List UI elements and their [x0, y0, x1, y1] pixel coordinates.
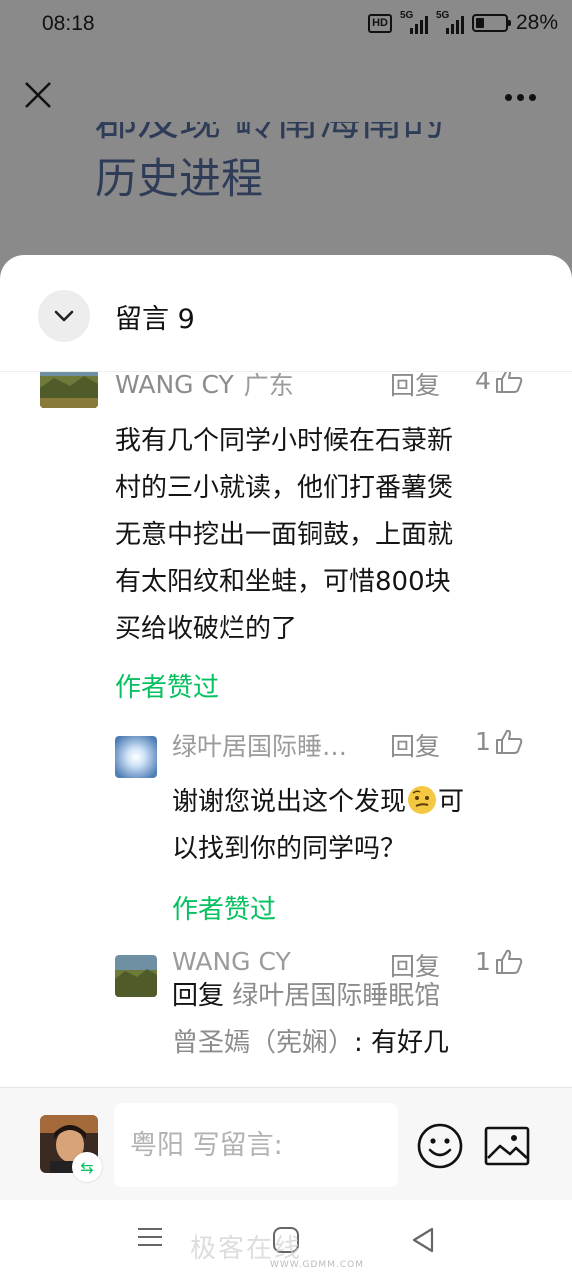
- close-icon[interactable]: [22, 79, 54, 111]
- article-title: 郡及现 岭南海南的 历史进程: [95, 122, 444, 203]
- reply-item: 绿叶居国际睡… 回复 1 谢谢您说出这个发现可 以找到你的同学吗？ 作者赞过: [0, 727, 572, 927]
- sheet-title: 留言 9: [115, 304, 195, 335]
- article-background: 郡及现 岭南海南的 历史进程: [0, 52, 572, 282]
- like-button[interactable]: 1: [475, 947, 523, 976]
- signal-5g-icon: 5G: [400, 10, 428, 34]
- comment-list[interactable]: WANG CY 广东 回复 4 我有几个同学小时候在石菉新 村的三小就读，他们打…: [0, 372, 572, 1086]
- image-icon[interactable]: [484, 1126, 530, 1166]
- reply-button[interactable]: 回复: [390, 372, 440, 402]
- commenter-name[interactable]: WANG CY: [115, 372, 234, 399]
- thumbs-up-icon: [495, 729, 523, 754]
- comment-input[interactable]: [114, 1103, 398, 1187]
- status-bar: 08:18 HD 5G 5G 28%: [0, 0, 572, 52]
- thumbs-up-icon: [495, 372, 523, 393]
- reply-text: 回复 绿叶居国际睡眠馆 曾圣嫣（宪娴）: 有好几: [172, 981, 450, 1058]
- like-count: 1: [475, 947, 491, 976]
- like-button[interactable]: 4: [475, 372, 523, 395]
- comment-input-bar: ⇆: [0, 1087, 572, 1200]
- thumbs-up-icon: [495, 949, 523, 974]
- system-nav-bar: 极客在线 WWW.GDMM.COM: [0, 1200, 572, 1280]
- commenter-region: 广东: [243, 372, 294, 400]
- like-count: 4: [475, 372, 491, 395]
- sheet-header: 留言 9: [0, 255, 572, 373]
- avatar[interactable]: [40, 372, 98, 408]
- emoji-icon: [406, 784, 438, 816]
- signal-5g-icon-2: 5G: [436, 10, 464, 34]
- collapse-button[interactable]: [38, 290, 90, 342]
- reply-target-name-2[interactable]: 曾圣嫣（宪娴）: [172, 1028, 354, 1058]
- author-liked-label: 作者赞过: [115, 673, 220, 703]
- battery-icon: [471, 14, 511, 32]
- hd-icon: HD: [368, 13, 392, 33]
- like-count: 1: [475, 727, 491, 756]
- watermark-url: WWW.GDMM.COM: [270, 1260, 364, 1270]
- comment-meta: WANG CY 广东: [115, 372, 294, 402]
- commenter-name[interactable]: 绿叶居国际睡…: [172, 727, 347, 763]
- menu-icon[interactable]: [138, 1228, 162, 1252]
- comment-text: 我有几个同学小时候在石菉新 村的三小就读，他们打番薯煲 无意中挖出一面铜鼓，上面…: [115, 426, 454, 644]
- reply-button[interactable]: 回复: [390, 727, 440, 763]
- status-icons: HD 5G 5G 28%: [368, 10, 558, 35]
- reply-target-name[interactable]: 绿叶居国际睡眠馆: [232, 981, 440, 1011]
- back-icon[interactable]: [410, 1226, 436, 1254]
- more-options-icon[interactable]: [505, 94, 536, 101]
- status-time: 08:18: [42, 12, 95, 35]
- comment-item: WANG CY 广东 回复 4 我有几个同学小时候在石菉新 村的三小就读，他们打…: [0, 372, 572, 712]
- reply-text: 谢谢您说出这个发现可 以找到你的同学吗？: [172, 779, 542, 873]
- avatar[interactable]: [115, 955, 157, 997]
- chevron-down-icon: [54, 310, 74, 322]
- like-button[interactable]: 1: [475, 727, 523, 756]
- author-liked-label: 作者赞过: [172, 895, 277, 925]
- battery-percent: 28%: [515, 11, 558, 34]
- commenter-name[interactable]: WANG CY: [172, 947, 291, 976]
- reply-item: WANG CY 回复 1 回复 绿叶居国际睡眠馆 曾圣嫣（宪娴）: 有好几: [0, 947, 572, 1086]
- avatar[interactable]: [115, 736, 157, 778]
- comments-sheet: 留言 9 WANG CY 广东 回复 4 我有几个同学小时候在石菉新 村的三小就…: [0, 255, 572, 1200]
- switch-account-icon[interactable]: ⇆: [72, 1152, 102, 1182]
- emoji-icon[interactable]: [416, 1122, 464, 1170]
